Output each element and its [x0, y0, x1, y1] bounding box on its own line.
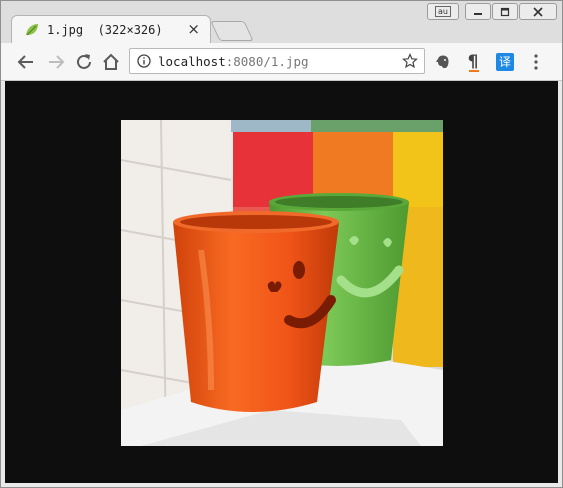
- minimize-icon: [474, 12, 482, 15]
- minimize-button[interactable]: [465, 3, 491, 20]
- url-host: localhost: [158, 54, 226, 69]
- pilcrow-underline: [469, 70, 479, 72]
- close-icon: [533, 6, 543, 17]
- cups-photo: [121, 120, 443, 446]
- displayed-image[interactable]: [121, 120, 443, 446]
- evernote-extension-button[interactable]: [433, 52, 453, 72]
- user-badge: au: [435, 6, 451, 17]
- browser-window: 1.jpg (322×326) × au localhost:8080/1.jp…: [0, 0, 563, 488]
- new-tab-button[interactable]: [210, 21, 254, 41]
- pilcrow-extension-button[interactable]: ¶: [463, 52, 483, 72]
- close-window-button[interactable]: [519, 3, 557, 20]
- tab-active[interactable]: 1.jpg (322×326) ×: [11, 15, 211, 43]
- url-text: localhost:8080/1.jpg: [158, 54, 309, 69]
- home-icon[interactable]: [100, 51, 122, 73]
- maximize-icon: [500, 7, 510, 16]
- translate-extension-button[interactable]: 译: [496, 53, 514, 71]
- translate-icon: 译: [498, 55, 511, 69]
- address-bar[interactable]: localhost:8080/1.jpg: [129, 48, 425, 74]
- maximize-button[interactable]: [492, 3, 518, 20]
- user-profile-button[interactable]: au: [427, 3, 459, 20]
- reload-icon[interactable]: [73, 51, 95, 73]
- pilcrow-icon: ¶: [467, 52, 479, 72]
- toolbar: localhost:8080/1.jpg ¶ 译: [1, 43, 562, 81]
- menu-kebab-icon[interactable]: [529, 53, 543, 71]
- tab-strip: 1.jpg (322×326) × au: [1, 1, 562, 43]
- url-path: :8080/1.jpg: [225, 54, 309, 69]
- back-arrow-icon[interactable]: [15, 51, 37, 73]
- leaf-icon: [26, 24, 38, 36]
- page-viewport: [5, 81, 558, 483]
- tab-close-button[interactable]: ×: [187, 20, 200, 38]
- tab-title: 1.jpg (322×326): [47, 23, 163, 37]
- evernote-elephant-icon: [436, 55, 449, 69]
- info-icon[interactable]: [137, 54, 151, 68]
- star-icon[interactable]: [402, 53, 418, 69]
- forward-arrow-icon[interactable]: [45, 51, 67, 73]
